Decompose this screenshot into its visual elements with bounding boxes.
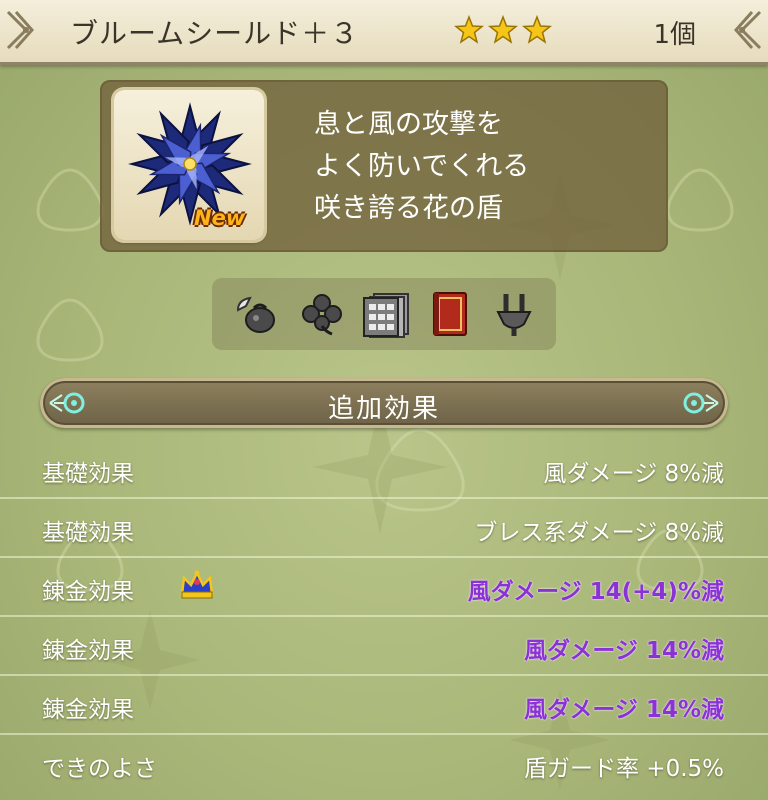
additional-effects-header: 追加効果	[40, 378, 728, 428]
star-icon	[488, 15, 518, 44]
item-bag-icon[interactable]	[232, 290, 280, 338]
swirl-ornament-icon	[683, 392, 719, 414]
effect-row: 基礎効果 ブレス系ダメージ 8%減	[0, 499, 768, 558]
description-line: よく防いでくれる	[314, 151, 530, 182]
effect-value: 風ダメージ 14(+4)%減	[467, 579, 724, 605]
effect-row: 錬金効果 風ダメージ 14%減	[0, 617, 768, 676]
red-book-icon[interactable]	[426, 290, 474, 338]
effect-row: 錬金効果 風ダメージ 14(+4)%減	[0, 558, 768, 617]
effect-label: 錬金効果	[42, 638, 134, 664]
effect-label: 基礎効果	[42, 520, 134, 546]
effect-value: ブレス系ダメージ 8%減	[474, 520, 724, 546]
item-detail-panel: New 息と風の攻撃を よく防いでくれる 咲き誇る花の盾	[100, 80, 668, 252]
effect-label: 基礎効果	[42, 461, 134, 487]
tuning-fork-icon[interactable]	[490, 290, 538, 338]
effect-label: 錬金効果	[42, 579, 134, 605]
item-header: ブルームシールド＋３ 1個	[0, 0, 768, 65]
effect-value: 風ダメージ 14%減	[524, 697, 724, 723]
effect-row: できのよさ 盾ガード率 +0.5%	[0, 735, 768, 792]
effect-value: 風ダメージ 8%減	[543, 461, 724, 487]
crown-icon[interactable]	[178, 568, 216, 602]
new-badge: New	[194, 206, 246, 230]
section-title: 追加効果	[327, 394, 440, 424]
card-stack-icon[interactable]	[360, 290, 414, 338]
clover-icon[interactable]	[298, 290, 346, 338]
item-icon-frame[interactable]: New	[114, 90, 264, 240]
effect-row: 基礎効果 風ダメージ 8%減	[0, 440, 768, 499]
effect-value: 盾ガード率 +0.5%	[523, 756, 724, 782]
effect-label: できのよさ	[42, 756, 157, 782]
item-name: ブルームシールド＋３	[70, 17, 360, 50]
item-description: 息と風の攻撃を よく防いでくれる 咲き誇る花の盾	[314, 104, 529, 230]
star-icon	[522, 15, 552, 44]
item-count: 1個	[653, 20, 696, 50]
item-action-bar	[212, 278, 556, 350]
corner-ornament-icon	[733, 10, 762, 50]
effect-row: 錬金効果 風ダメージ 14%減	[0, 676, 768, 735]
description-line: 息と風の攻撃を	[314, 109, 503, 140]
description-line: 咲き誇る花の盾	[314, 193, 503, 224]
corner-ornament-icon	[6, 10, 35, 50]
effect-value: 風ダメージ 14%減	[524, 638, 724, 664]
effects-list: 基礎効果 風ダメージ 8%減 基礎効果 ブレス系ダメージ 8%減 錬金効果 風ダ…	[0, 440, 768, 792]
rarity-stars	[454, 15, 552, 45]
star-icon	[454, 15, 484, 44]
effect-label: 錬金効果	[42, 697, 134, 723]
